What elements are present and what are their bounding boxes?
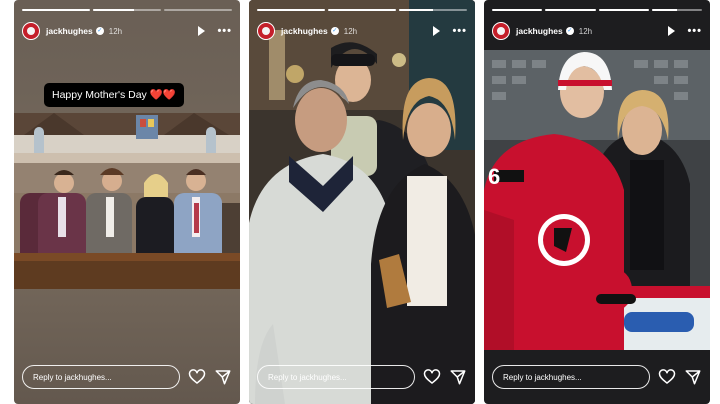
send-icon[interactable] [449,368,467,386]
story-header: jackhughes ✓ 12h ••• [22,20,232,42]
reply-input[interactable]: Reply to jackhughes... [257,365,415,389]
progress-segment [651,9,702,11]
church-family-photo [14,113,240,289]
verified-badge-icon: ✓ [565,27,574,35]
play-icon[interactable] [433,26,441,36]
story-panel-1: jackhughes ✓ 12h ••• Happy Mother's Day … [14,0,240,404]
caption-text: Happy Mother's Day [52,89,147,101]
heart-icon[interactable] [658,368,676,386]
story-progress-bar [22,9,232,11]
post-time: 12h [578,26,593,36]
story-footer: Reply to jackhughes... [492,364,702,390]
verified-badge-icon: ✓ [95,27,104,35]
progress-segment [399,9,467,11]
heart-icon[interactable] [423,368,441,386]
story-panel-3: jackhughes ✓ 12h ••• 6 Reply to jackhugh… [484,0,710,404]
username[interactable]: jackhughes [281,26,328,36]
avatar[interactable] [22,22,40,40]
more-options-icon[interactable]: ••• [452,25,467,37]
play-icon[interactable] [198,26,206,36]
verified-badge-icon: ✓ [330,27,339,35]
progress-segment [257,9,325,11]
send-icon[interactable] [214,368,232,386]
family-portrait-photo [249,0,475,404]
more-options-icon[interactable]: ••• [687,25,702,37]
avatar[interactable] [492,22,510,40]
heart-emoji: ❤️❤️ [149,89,176,101]
story-footer: Reply to jackhughes... [257,364,467,390]
story-panel-2: jackhughes ✓ 12h ••• Reply to jackhughes… [249,0,475,404]
progress-segment [598,9,649,11]
play-icon[interactable] [668,26,676,36]
jersey-number: 6 [488,164,501,189]
reply-input[interactable]: Reply to jackhughes... [22,365,180,389]
post-time: 12h [108,26,123,36]
send-icon[interactable] [684,368,702,386]
progress-segment [328,9,396,11]
story-progress-bar [492,9,702,11]
progress-segment [93,9,161,11]
story-header: jackhughes ✓ 12h ••• [257,20,467,42]
progress-segment [492,9,543,11]
progress-segment [22,9,90,11]
reply-input[interactable]: Reply to jackhughes... [492,365,650,389]
more-options-icon[interactable]: ••• [217,25,232,37]
story-caption-sticker: Happy Mother's Day ❤️❤️ [44,83,184,107]
progress-segment [164,9,232,11]
username[interactable]: jackhughes [516,26,563,36]
story-header: jackhughes ✓ 12h ••• [492,20,702,42]
heart-icon[interactable] [188,368,206,386]
post-time: 12h [343,26,358,36]
avatar[interactable] [257,22,275,40]
story-progress-bar [257,9,467,11]
progress-segment [545,9,596,11]
username[interactable]: jackhughes [46,26,93,36]
story-footer: Reply to jackhughes... [22,364,232,390]
hockey-player-with-mother-photo [484,50,710,350]
